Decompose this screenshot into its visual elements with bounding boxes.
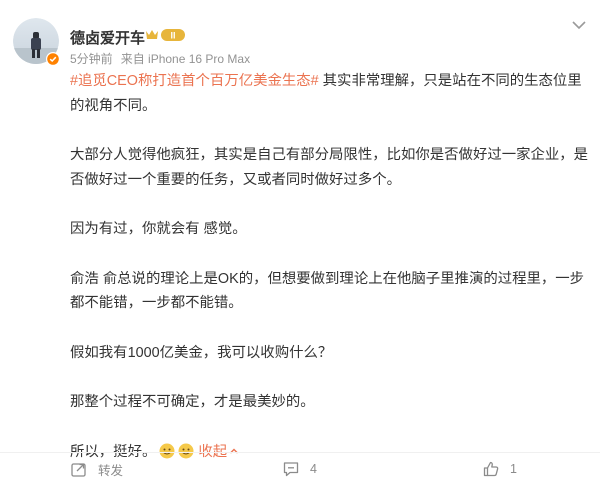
paragraph: #追觅CEO称打造首个百万亿美金生态# 其实非常理解，只是站在不同的生态位里的视… [70, 69, 590, 118]
comment-icon [283, 462, 299, 477]
like-count: 1 [510, 462, 517, 476]
paragraph: 俞浩 俞总说的理论上是OK的，但想要做到理论上在他脑子里推演的过程里，一步都不能… [70, 270, 585, 312]
like-icon [483, 461, 499, 477]
repost-button[interactable]: 转发 [70, 459, 123, 479]
vip-level-text: II [170, 31, 175, 41]
comment-button[interactable]: 4 [282, 459, 317, 479]
like-button[interactable]: 1 [482, 459, 517, 479]
author-name[interactable]: 德卤爱开车 [70, 27, 145, 48]
paragraph: 大部分人觉得他疯狂，其实是自己有部分局限性，比如你是否做好过一家企业，是否做好过… [70, 147, 589, 188]
action-bar: 转发 4 1 [0, 452, 600, 486]
more-options-icon [572, 21, 586, 30]
post-time[interactable]: 5分钟前 [70, 52, 113, 66]
post-content: #追觅CEO称打造首个百万亿美金生态# 其实非常理解，只是站在不同的生态位里的视… [70, 69, 590, 464]
paragraph: 那整个过程不可确定，才是最美妙的。 [70, 394, 315, 410]
paragraph: 因为有过，你就会有 感觉。 [70, 221, 247, 237]
post-meta: 5分钟前 来自 iPhone 16 Pro Max [70, 50, 258, 67]
repost-icon [71, 463, 86, 477]
vip-badge-icon[interactable]: II [144, 26, 188, 44]
repost-label: 转发 [98, 463, 124, 478]
more-options-button[interactable] [568, 14, 590, 36]
paragraph: 假如我有1000亿美金，我可以收购什么？ [70, 344, 333, 361]
weibo-post-card: 德卤爱开车 II 5分钟前 来自 iPhone 16 Pro Max #追觅CEO… [0, 0, 600, 486]
verified-badge-icon [46, 52, 60, 66]
topic-link[interactable]: #追觅CEO称打造首个百万亿美金生态# [70, 73, 319, 89]
comment-count: 4 [310, 462, 317, 476]
post-source: 来自 iPhone 16 Pro Max [120, 52, 251, 66]
